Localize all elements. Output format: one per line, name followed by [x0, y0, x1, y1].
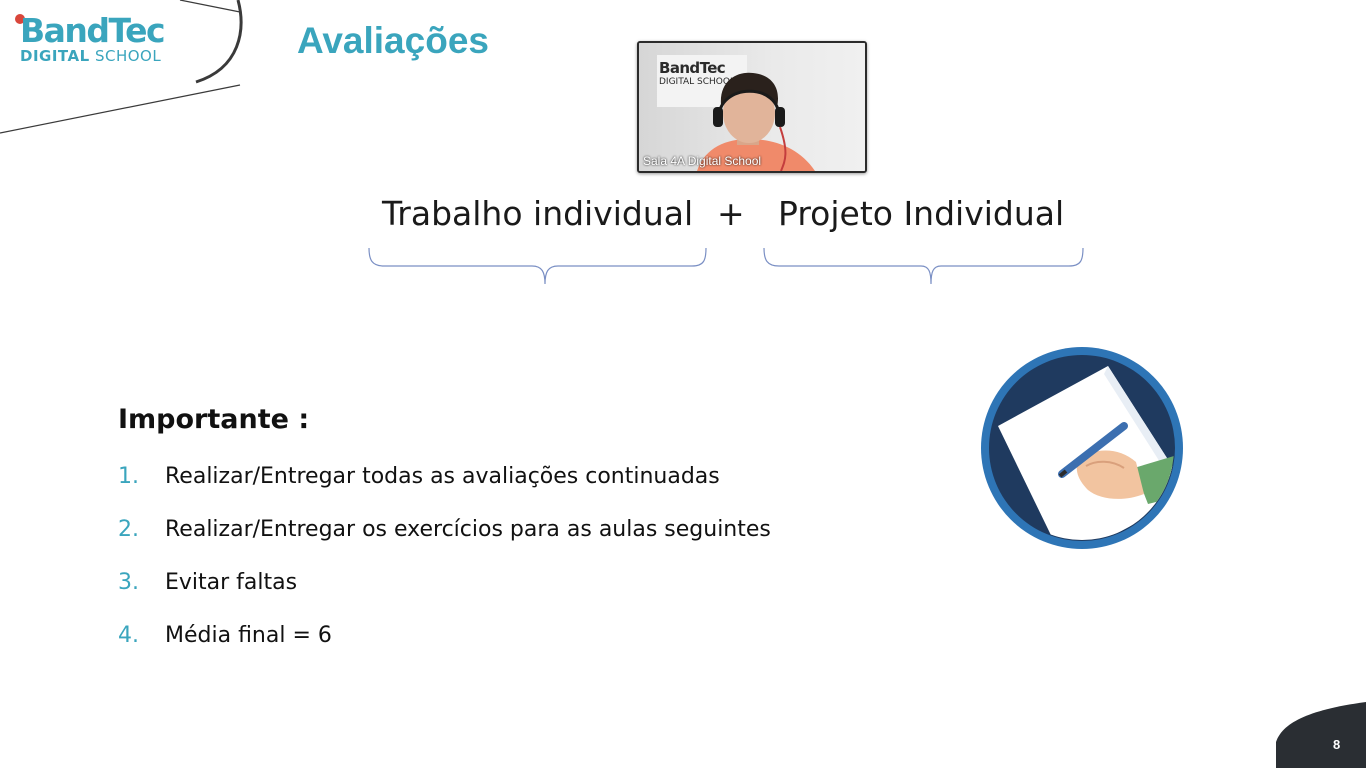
formula-left-term: Trabalho individual	[382, 194, 694, 233]
list-item-text: Média final = 6	[165, 623, 332, 648]
formula-plus-sign: +	[717, 194, 745, 233]
logo-subtitle-bold: DIGITAL	[20, 47, 90, 65]
formula-right-term: Projeto Individual	[778, 194, 1065, 233]
page-number-corner	[1276, 702, 1366, 768]
list-item: 2. Realizar/Entregar os exercícios para …	[118, 517, 771, 570]
important-heading: Importante :	[118, 404, 310, 435]
logo-subtitle: DIGITAL SCHOOL	[20, 48, 164, 64]
participant-figure	[697, 72, 815, 171]
slide-title: Avaliações	[297, 20, 489, 61]
list-item: 3. Evitar faltas	[118, 570, 771, 623]
bandtec-logo: BandTec DIGITAL SCHOOL	[20, 11, 166, 65]
presentation-slide: BandTec DIGITAL SCHOOL Avaliações BandTe…	[0, 0, 1366, 768]
list-item-number: 4.	[118, 623, 139, 648]
page-number: 8	[1333, 737, 1341, 752]
participant-name-label: Sala 4A Digital School	[643, 154, 762, 168]
list-item-text: Realizar/Entregar todas as avaliações co…	[165, 464, 720, 489]
requirements-list: 1. Realizar/Entregar todas as avaliações…	[118, 464, 771, 676]
list-item-number: 3.	[118, 570, 139, 595]
list-item-text: Realizar/Entregar os exercícios para as …	[165, 517, 771, 542]
list-item-number: 1.	[118, 464, 139, 489]
participant-video-tile[interactable]: BandTec DIGITAL SCHOOL Sala 4A Digital S…	[637, 41, 867, 173]
writing-hand-icon	[981, 347, 1183, 549]
list-item-number: 2.	[118, 517, 139, 542]
list-item: 4. Média final = 6	[118, 623, 771, 676]
logo-subtitle-light: SCHOOL	[94, 47, 162, 65]
list-item-text: Evitar faltas	[165, 570, 298, 595]
list-item: 1. Realizar/Entregar todas as avaliações…	[118, 464, 771, 517]
left-curly-brace	[368, 247, 707, 285]
logo-brand-text: BandTec	[20, 11, 166, 50]
right-curly-brace	[763, 247, 1084, 285]
